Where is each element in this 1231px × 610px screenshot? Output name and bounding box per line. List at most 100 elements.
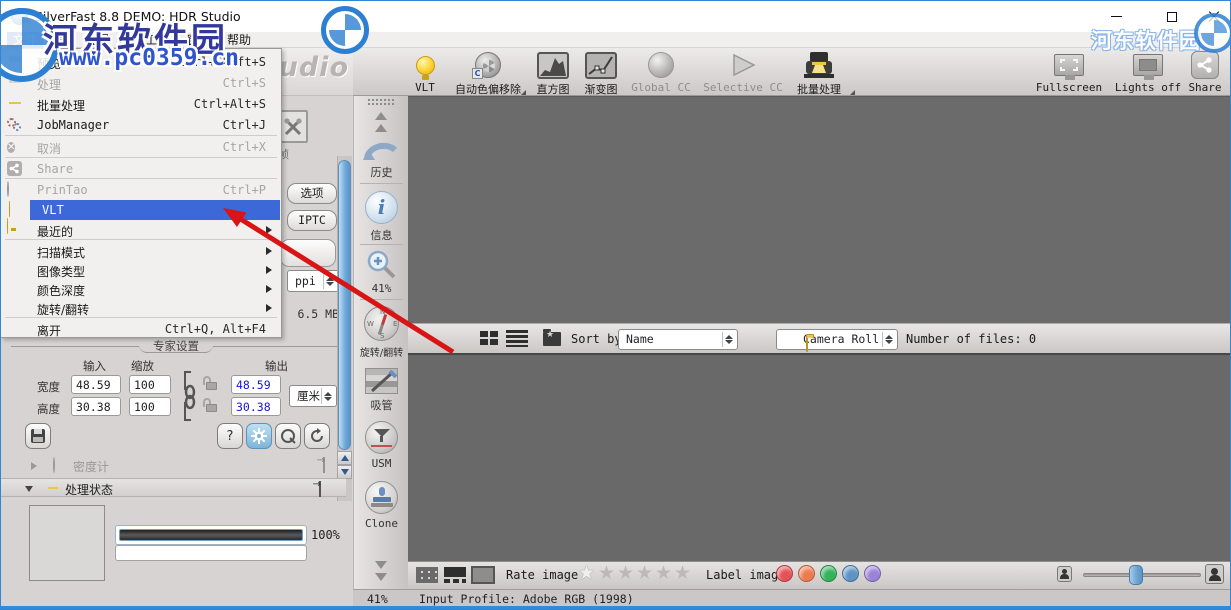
unit-dropdown[interactable]: 厘米 — [289, 385, 337, 407]
preview-check-button[interactable] — [275, 423, 301, 449]
scroll-down-icon[interactable] — [375, 561, 387, 569]
submenu-arrow-icon — [266, 304, 272, 312]
collapsed-arrow-icon — [31, 462, 37, 470]
popout-icon[interactable] — [323, 457, 325, 473]
floppy-icon — [31, 429, 45, 443]
down-arrow-icon — [340, 469, 349, 475]
favorites-folder-icon[interactable] — [543, 329, 561, 346]
scroll-up-icon[interactable] — [375, 124, 387, 132]
rotate-flip-button[interactable]: N W S E — [364, 306, 399, 341]
spinner-icon[interactable] — [882, 332, 895, 347]
panel-scrollbar-thumb[interactable] — [338, 160, 351, 450]
process-status-header[interactable]: 处理状态 — [1, 478, 346, 497]
question-icon: ? — [226, 428, 234, 444]
scroll-down-icon[interactable] — [375, 573, 387, 581]
spinner-icon[interactable] — [321, 388, 334, 404]
gradation-icon — [585, 51, 617, 79]
process-status-label: 处理状态 — [65, 483, 114, 497]
fullscreen-button[interactable]: Fullscreen — [1031, 50, 1107, 94]
menu-item-batch[interactable]: 批量处理 Ctrl+Alt+S — [1, 94, 280, 114]
fullscreen-icon — [1054, 54, 1084, 80]
label-blue-dot[interactable] — [842, 565, 859, 582]
batch-button[interactable]: 批量处理 — [783, 50, 855, 97]
label-green-dot[interactable] — [820, 565, 837, 582]
height-output-field[interactable] — [231, 397, 281, 416]
star-icon[interactable]: ★ — [617, 561, 634, 585]
iptc-button[interactable]: IPTC — [287, 210, 337, 231]
auto-ccr-button[interactable]: C 自动色偏移除 — [448, 50, 528, 97]
star-reset-icon[interactable]: ★ — [578, 561, 595, 585]
label-red-dot[interactable] — [776, 565, 793, 582]
label-purple-dot[interactable] — [864, 565, 881, 582]
grid-view-button[interactable] — [480, 331, 498, 345]
save-settings-button[interactable] — [25, 423, 51, 449]
side-toolbar: 历史 i 信息 41% N W S E 旋转/翻转 吸管 USM Clone — [353, 96, 408, 589]
settings-gear-button[interactable] — [246, 423, 272, 449]
menu-item-cancel[interactable]: ✕ 取消 Ctrl+X — [1, 137, 280, 157]
width-output-field[interactable] — [231, 375, 281, 394]
menu-item-recent[interactable]: 最近的 — [1, 220, 280, 240]
menu-item-jobmanager[interactable]: JobManager Ctrl+J — [1, 115, 280, 135]
options-button[interactable]: 选项 — [287, 183, 337, 204]
cone-icon — [733, 53, 756, 77]
unit-value: 厘米 — [297, 389, 320, 403]
zoom-button[interactable] — [364, 249, 400, 284]
menu-item-image-type[interactable]: 图像类型 — [1, 260, 280, 280]
menu-item-printao[interactable]: PrinTao Ctrl+P — [1, 180, 280, 200]
scroll-up-icon[interactable] — [375, 112, 387, 120]
star-icon[interactable]: ★ — [636, 561, 653, 585]
scroll-up-button[interactable] — [337, 451, 352, 465]
menu-item-share[interactable]: Share — [1, 159, 280, 179]
menu-item-process[interactable]: 处理 Ctrl+S — [1, 73, 280, 93]
label-orange-dot[interactable] — [798, 565, 815, 582]
selective-cc-button[interactable]: Selective CC — [695, 50, 791, 94]
global-cc-button[interactable]: Global CC — [619, 50, 703, 94]
height-input-field[interactable] — [71, 397, 121, 416]
large-thumbnail-button[interactable] — [471, 566, 495, 584]
star-icon[interactable]: ★ — [674, 561, 691, 585]
panel-grip[interactable] — [368, 99, 394, 106]
share-icon — [7, 161, 24, 177]
pipette-button[interactable] — [365, 368, 398, 394]
lights-off-button[interactable]: Lights off — [1108, 50, 1188, 94]
scroll-down-button[interactable] — [337, 465, 352, 479]
thumbnail-size-handle[interactable] — [1129, 565, 1143, 585]
menu-item-scan-mode[interactable]: 扫描模式 — [1, 241, 280, 261]
menu-item-vlt[interactable]: VLT — [30, 200, 280, 220]
medium-thumbnails-button[interactable] — [444, 567, 466, 583]
folder-dropdown[interactable]: Camera Roll — [776, 329, 898, 352]
chain-link-icon[interactable] — [181, 370, 199, 422]
width-scale-field[interactable] — [129, 375, 171, 394]
sort-dropdown[interactable]: Name — [618, 329, 738, 350]
share-button[interactable]: Share — [1179, 50, 1230, 94]
menu-item-color-depth[interactable]: 颜色深度 — [1, 279, 280, 299]
list-view-button[interactable] — [506, 330, 528, 347]
vlt-label: VLT — [415, 81, 435, 94]
small-thumbnails-button[interactable] — [416, 567, 438, 583]
width-input-field[interactable] — [71, 375, 121, 394]
help-button[interactable]: ? — [217, 423, 243, 449]
usm-button[interactable] — [365, 421, 398, 454]
menu-item-quit[interactable]: 离开 Ctrl+Q, Alt+F4 — [1, 319, 280, 339]
height-lock-icon[interactable] — [203, 397, 219, 413]
clone-button[interactable] — [365, 481, 398, 514]
histogram-button[interactable]: 直方图 — [527, 50, 579, 97]
pipette-label: 吸管 — [370, 399, 393, 412]
printao-icon — [7, 181, 24, 198]
vlt-button[interactable]: VLT — [400, 50, 450, 94]
spinner-icon[interactable] — [323, 273, 336, 289]
reset-button[interactable] — [304, 423, 330, 449]
history-button[interactable] — [363, 138, 401, 167]
star-icon[interactable]: ★ — [598, 561, 615, 585]
ppi-dropdown[interactable]: ppi — [287, 270, 339, 292]
watermark-logo-icon — [321, 6, 369, 54]
menu-item-rotate-flip[interactable]: 旋转/翻转 — [1, 298, 280, 318]
up-arrow-icon — [340, 455, 349, 461]
spinner-icon[interactable] — [722, 332, 735, 347]
densitometer-section[interactable]: 密度计 — [9, 457, 339, 475]
star-icon[interactable]: ★ — [655, 561, 672, 585]
height-scale-field[interactable] — [129, 397, 171, 416]
info-button[interactable]: i — [365, 191, 398, 224]
popout-icon[interactable] — [319, 481, 321, 497]
width-lock-icon[interactable] — [203, 375, 219, 391]
